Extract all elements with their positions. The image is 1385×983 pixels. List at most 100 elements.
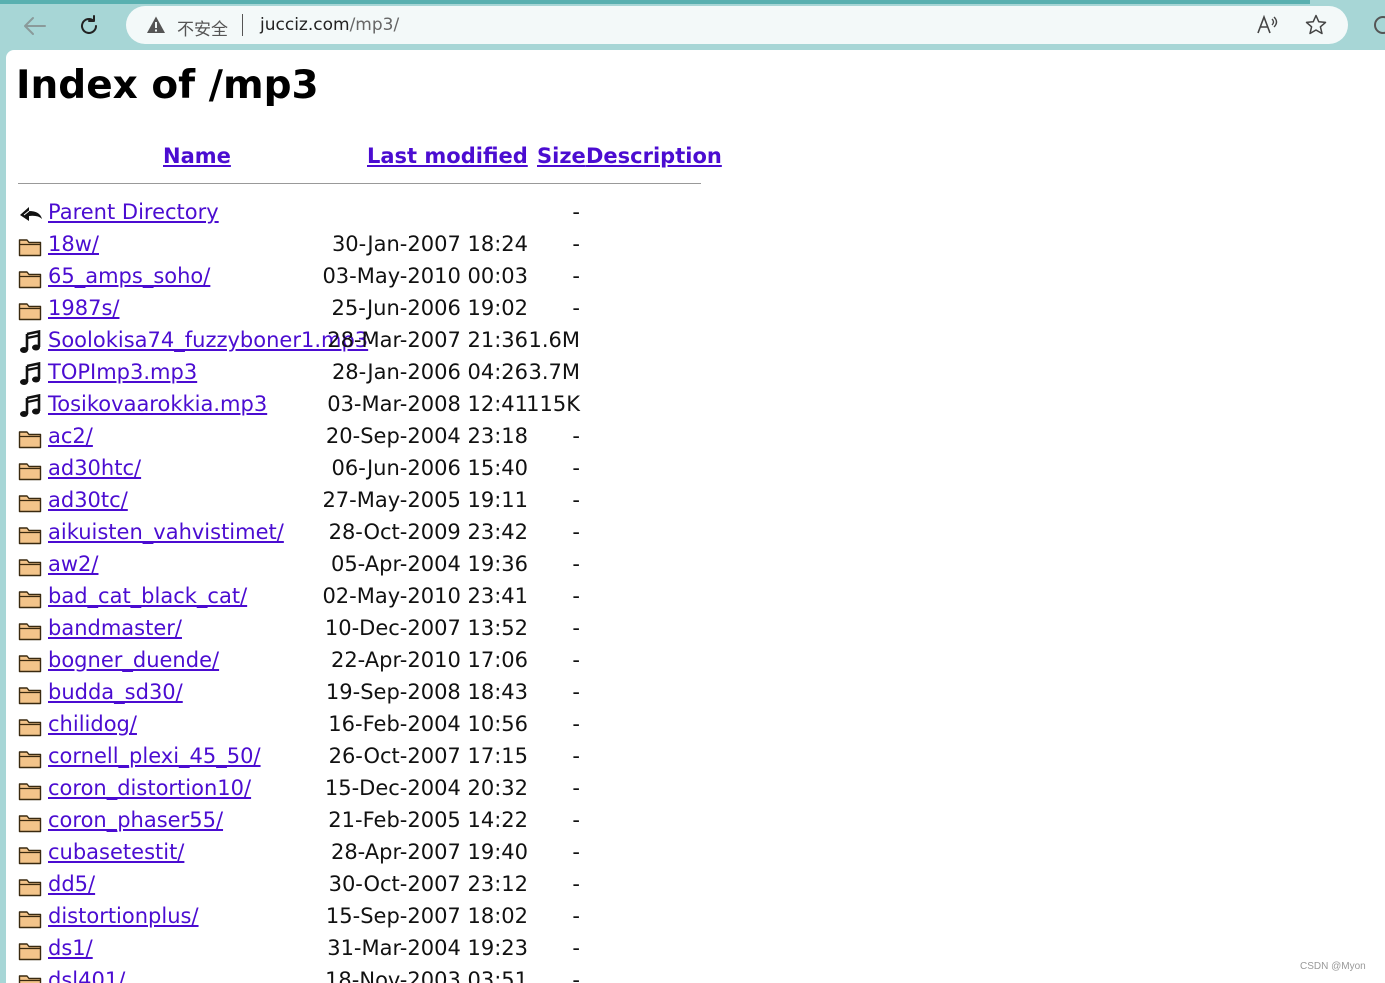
folder-icon: [18, 234, 44, 258]
entry-size: -: [572, 232, 580, 256]
entry-link[interactable]: coron_phaser55/: [48, 808, 223, 832]
listing-row: Soolokisa74_fuzzyboner1.mp3 28-Mar-2007 2…: [6, 326, 706, 358]
listing-row: cornell_plexi_45_50/26-Oct-2007 17:15 -: [6, 742, 706, 774]
entry-last-modified: 28-Apr-2007 19:40: [330, 840, 528, 864]
watermark: CSDN @Myon⁠: [1300, 961, 1366, 972]
entry-last-modified: 22-Apr-2010 17:06: [330, 648, 528, 672]
music-note-icon: [18, 361, 44, 386]
entry-link[interactable]: ad30htc/: [48, 456, 141, 480]
entry-link[interactable]: chilidog/: [48, 712, 137, 736]
entry-size: -: [572, 648, 580, 672]
entry-link[interactable]: aikuisten_vahvistimet/: [48, 520, 284, 544]
folder-icon: [18, 586, 44, 610]
address-bar[interactable]: 不安全 jucciz.com/mp3/: [126, 6, 1348, 44]
favorite-star-icon[interactable]: [1304, 13, 1328, 37]
entry-link[interactable]: distortionplus/: [48, 904, 199, 928]
read-aloud-icon[interactable]: [1256, 14, 1280, 36]
listing-row: bad_cat_black_cat/02-May-2010 23:41 -: [6, 582, 706, 614]
entry-last-modified: 20-Sep-2004 23:18: [325, 424, 528, 448]
arrow-left-icon: [24, 17, 46, 35]
entry-size: -: [572, 552, 580, 576]
entry-link[interactable]: bogner_duende/: [48, 648, 219, 672]
entry-link[interactable]: bad_cat_black_cat/: [48, 584, 247, 608]
listing-row: cubasetestit/28-Apr-2007 19:40 -: [6, 838, 706, 870]
entry-link[interactable]: cornell_plexi_45_50/: [48, 744, 261, 768]
entry-link[interactable]: bandmaster/: [48, 616, 182, 640]
entry-size: -: [572, 456, 580, 480]
warning-icon[interactable]: [146, 15, 166, 35]
folder-icon: [18, 714, 44, 738]
folder-icon: [18, 522, 44, 546]
entry-link[interactable]: aw2/: [48, 552, 98, 576]
entry-last-modified: 30-Jan-2007 18:24: [331, 232, 528, 256]
entry-last-modified: 25-Jun-2006 19:02: [331, 296, 529, 320]
listing-row: ad30htc/06-Jun-2006 15:40 -: [6, 454, 706, 486]
entry-last-modified: 30-Oct-2007 23:12: [328, 872, 528, 896]
folder-icon: [18, 810, 44, 834]
folder-icon: [18, 618, 44, 642]
listing-row: dd5/30-Oct-2007 23:12 -: [6, 870, 706, 902]
sort-by-name-link[interactable]: Name: [163, 144, 231, 168]
entry-size: -: [572, 200, 580, 224]
entry-size: 3.7M: [528, 360, 580, 384]
entry-link[interactable]: ds1/: [48, 936, 93, 960]
entry-link[interactable]: 18w/: [48, 232, 99, 256]
entry-size: -: [572, 936, 580, 960]
entry-size: -: [572, 872, 580, 896]
entry-link[interactable]: TOPImp3.mp3: [48, 360, 197, 384]
entry-link[interactable]: 1987s/: [48, 296, 119, 320]
entry-last-modified: 15-Dec-2004 20:32: [324, 776, 528, 800]
entry-size: -: [572, 744, 580, 768]
sort-by-description-link[interactable]: Description: [586, 144, 722, 168]
url-text[interactable]: jucciz.com/mp3/: [260, 15, 399, 35]
entry-link[interactable]: budda_sd30/: [48, 680, 183, 704]
entry-link[interactable]: ad30tc/: [48, 488, 128, 512]
entry-size: -: [572, 264, 580, 288]
url-path: /mp3/: [349, 15, 400, 35]
entry-last-modified: 16-Feb-2004 10:56: [328, 712, 528, 736]
reload-icon: [81, 15, 97, 34]
entry-link[interactable]: Soolokisa74_fuzzyboner1.mp3: [48, 328, 368, 352]
entry-size: -: [572, 904, 580, 928]
entry-link[interactable]: dd5/: [48, 872, 95, 896]
listing-row: Parent Directory -: [6, 198, 706, 230]
entry-link[interactable]: Tosikovaarokkia.mp3: [48, 392, 267, 416]
listing-row: aw2/05-Apr-2004 19:36 -: [6, 550, 706, 582]
listing-row: chilidog/16-Feb-2004 10:56 -: [6, 710, 706, 742]
sort-by-last-modified-link[interactable]: Last modified: [367, 144, 528, 168]
entry-last-modified: 28-Jan-2006 04:26: [331, 360, 528, 384]
listing-row: ac2/20-Sep-2004 23:18 -: [6, 422, 706, 454]
entry-link[interactable]: 65_amps_soho/: [48, 264, 210, 288]
entry-last-modified: 05-Apr-2004 19:36: [330, 552, 528, 576]
entry-size: -: [572, 296, 580, 320]
folder-icon: [18, 874, 44, 898]
back-button[interactable]: [18, 10, 52, 42]
folder-icon: [18, 266, 44, 290]
entry-link[interactable]: dsl401/: [48, 968, 125, 983]
sort-by-size-link[interactable]: Size: [537, 144, 586, 168]
entry-link[interactable]: cubasetestit/: [48, 840, 184, 864]
entry-size: -: [572, 680, 580, 704]
profile-icon[interactable]: [1372, 14, 1385, 36]
folder-icon: [18, 458, 44, 482]
entry-link[interactable]: Parent Directory: [48, 200, 219, 224]
url-host: jucciz.com: [260, 15, 350, 35]
listing-row: TOPImp3.mp3 28-Jan-2006 04:26 3.7M: [6, 358, 706, 390]
folder-icon: [18, 970, 44, 983]
reload-button[interactable]: [72, 10, 106, 42]
listing-row: 65_amps_soho/03-May-2010 00:03 -: [6, 262, 706, 294]
page-title: Index of /mp3: [16, 63, 319, 108]
listing-row: budda_sd30/19-Sep-2008 18:43 -: [6, 678, 706, 710]
entry-last-modified: 28-Mar-2007 21:36: [327, 328, 528, 352]
folder-icon: [18, 298, 44, 322]
folder-icon: [18, 554, 44, 578]
folder-icon: [18, 842, 44, 866]
insecure-label[interactable]: 不安全: [177, 15, 228, 40]
listing-row: distortionplus/15-Sep-2007 18:02 -: [6, 902, 706, 934]
music-note-icon: [18, 393, 44, 418]
entry-size: -: [572, 488, 580, 512]
listing-row: 1987s/25-Jun-2006 19:02 -: [6, 294, 706, 326]
entry-link[interactable]: ac2/: [48, 424, 93, 448]
listing-row: ds1/31-Mar-2004 19:23 -: [6, 934, 706, 966]
entry-link[interactable]: coron_distortion10/: [48, 776, 251, 800]
